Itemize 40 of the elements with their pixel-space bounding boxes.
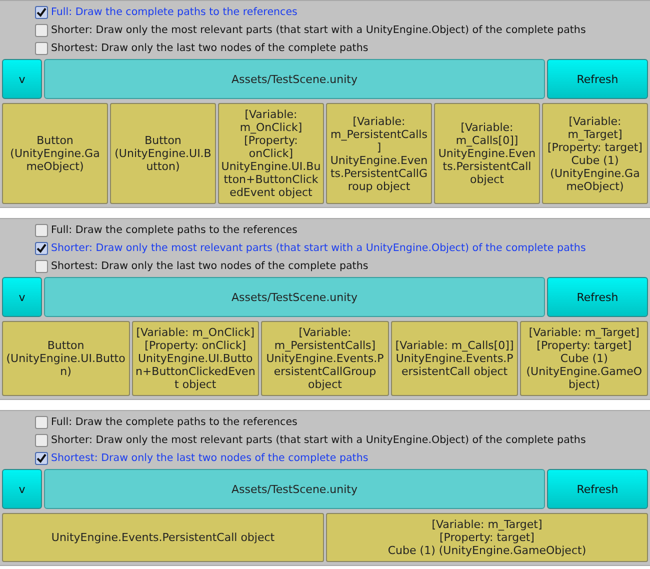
option-label: Shortest: Draw only the last two nodes of the complete paths — [51, 452, 368, 464]
scene-path-bar[interactable]: Assets/TestScene.unity — [44, 469, 545, 509]
path-node: [Variable: m_Calls[0]] UnityEngine.Events.PersistentCall object — [434, 103, 540, 204]
option-label: Shorter: Draw only the most relevant parts (that start with a UnityEngine.Object) of the complete paths — [51, 242, 586, 254]
checkbox[interactable] — [35, 224, 48, 236]
toggle-button[interactable]: v — [2, 469, 42, 509]
path-node: [Variable: m_Target] [Property: target] Cube (1) (UnityEngine.GameObject) — [542, 103, 648, 204]
path-node: [Variable: m_OnClick] [Property: onClick] UnityEngine.UI.Button+ButtonClickedEvent object — [132, 321, 260, 396]
path-node: [Variable: m_PersistentCalls] UnityEngine.Events.PersistentCallGroup object — [261, 321, 389, 396]
path-node: [Variable: m_PersistentCalls] UnityEngine.Events.PersistentCallGroup object — [326, 103, 432, 204]
checkbox[interactable] — [35, 24, 48, 36]
path-node: Button (UnityEngine.UI.Button) — [110, 103, 216, 204]
checkbox[interactable] — [35, 434, 48, 446]
checkbox[interactable] — [35, 242, 48, 254]
refresh-button[interactable]: Refresh — [547, 469, 648, 509]
checkbox[interactable] — [35, 452, 48, 464]
path-node: [Variable: m_Calls[0]] UnityEngine.Events.PersistentCall object — [390, 321, 518, 396]
option-label: Shortest: Draw only the last two nodes of the complete paths — [51, 42, 368, 54]
option-label: Shortest: Draw only the last two nodes of the complete paths — [51, 260, 368, 272]
option-label: Shorter: Draw only the most relevant parts (that start with a UnityEngine.Object) of the complete paths — [51, 24, 586, 36]
checkbox[interactable] — [35, 6, 48, 18]
path-node: Button (UnityEngine.GameObject) — [2, 103, 108, 204]
refresh-button[interactable]: Refresh — [547, 59, 648, 99]
scene-path-bar[interactable]: Assets/TestScene.unity — [44, 277, 545, 317]
path-node: [Variable: m_OnClick] [Property: onClick] UnityEngine.UI.Button+ButtonClickedEvent object — [218, 103, 324, 204]
option-label: Full: Draw the complete paths to the references — [51, 6, 298, 18]
path-node: [Variable: m_Target] [Property: target] Cube (1) (UnityEngine.GameObject) — [326, 513, 648, 562]
scene-path-bar[interactable]: Assets/TestScene.unity — [44, 59, 545, 99]
toggle-button[interactable]: v — [2, 277, 42, 317]
checkbox[interactable] — [35, 260, 48, 272]
checkbox[interactable] — [35, 416, 48, 428]
option-label: Full: Draw the complete paths to the references — [51, 224, 298, 236]
path-node: [Variable: m_Target] [Property: target] Cube (1) (UnityEngine.GameObject) — [520, 321, 648, 396]
checkbox[interactable] — [35, 42, 48, 54]
refresh-button[interactable]: Refresh — [547, 277, 648, 317]
path-node: UnityEngine.Events.PersistentCall object — [2, 513, 324, 562]
toggle-button[interactable]: v — [2, 59, 42, 99]
option-label: Shorter: Draw only the most relevant parts (that start with a UnityEngine.Object) of the complete paths — [51, 434, 586, 446]
path-node: Button (UnityEngine.UI.Button) — [2, 321, 130, 396]
option-label: Full: Draw the complete paths to the references — [51, 416, 298, 428]
